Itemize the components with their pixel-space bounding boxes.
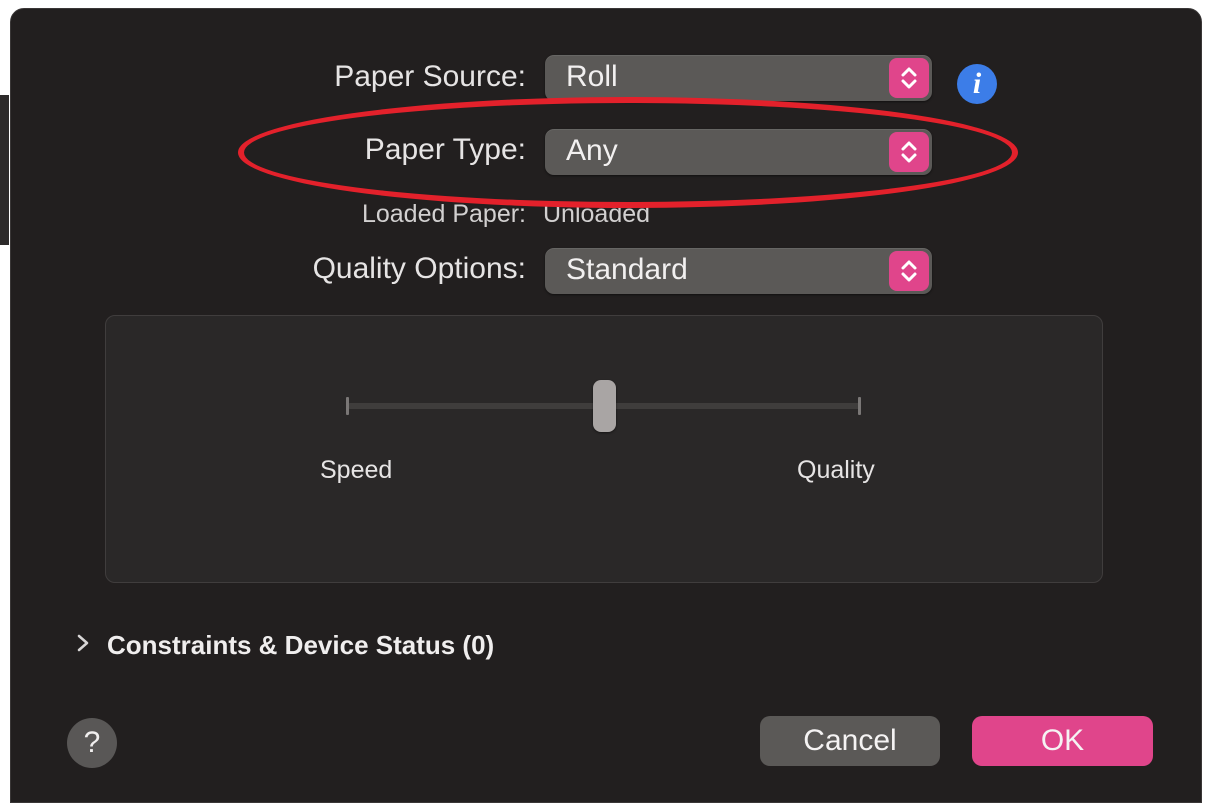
window-edge [0,95,9,245]
up-down-chevron-icon [889,132,929,172]
slider-min-label: Speed [320,456,393,484]
loaded-paper-value: Unloaded [543,200,651,228]
cancel-button[interactable]: Cancel [760,716,940,766]
constraints-label: Constraints & Device Status (0) [107,630,495,660]
constraints-disclosure[interactable]: Constraints & Device Status (0) [75,630,494,661]
quality-options-value: Standard [566,253,688,286]
quality-options-label: Quality Options: [312,252,526,285]
slider-tick-min [346,397,349,415]
paper-source-popup[interactable]: Roll [545,55,932,101]
loaded-paper-label: Loaded Paper: [361,200,526,228]
slider-thumb[interactable] [592,380,616,432]
paper-source-label: Paper Source: [334,60,526,93]
paper-source-value: Roll [566,60,618,93]
slider-max-label: Quality [797,456,875,484]
ok-button[interactable]: OK [972,716,1153,766]
slider-tick-max [858,397,861,415]
info-icon-glyph: i [972,67,982,100]
up-down-chevron-icon [889,251,929,291]
up-down-chevron-icon [889,58,929,98]
paper-type-value: Any [566,134,618,167]
paper-type-popup[interactable]: Any [545,129,932,175]
quality-options-popup[interactable]: Standard [545,248,932,294]
quality-slider-panel [105,315,1103,583]
help-button[interactable]: ? [67,718,117,768]
paper-type-label: Paper Type: [364,133,526,166]
info-icon[interactable]: i [957,64,997,104]
chevron-right-icon [75,630,97,661]
